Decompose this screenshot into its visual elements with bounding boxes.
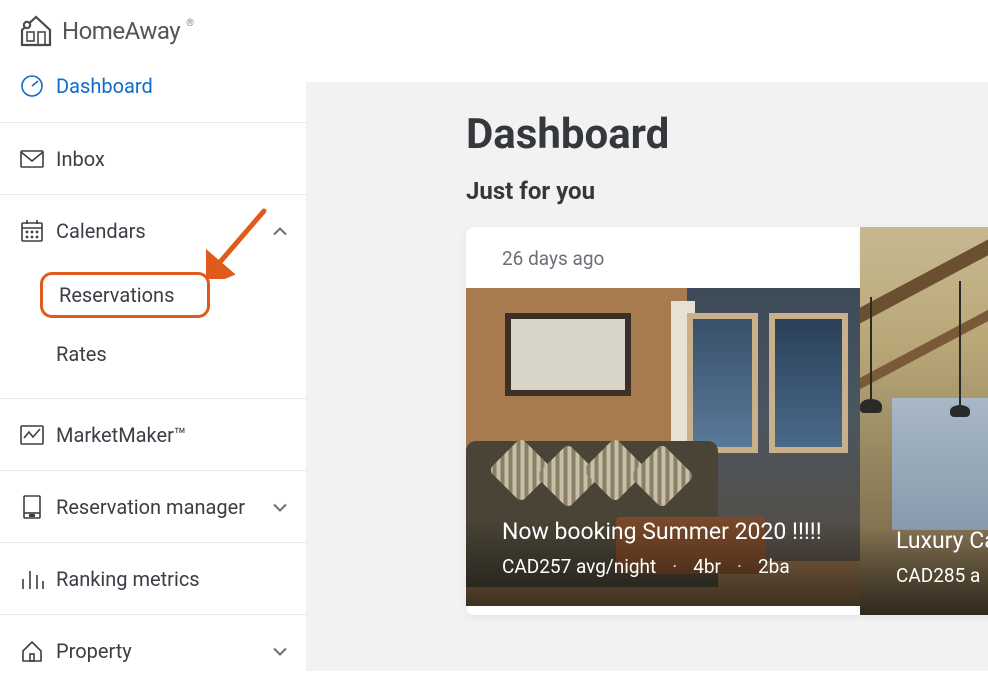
listing-card[interactable]: 26 days ago Now booking Summer 2020 !!!!… bbox=[466, 227, 860, 615]
sidebar-item-marketmaker[interactable]: MarketMaker™ bbox=[0, 398, 306, 470]
chevron-down-icon bbox=[272, 497, 288, 516]
listing-cards: 26 days ago Now booking Summer 2020 !!!!… bbox=[466, 227, 988, 615]
sidebar-label: Reservation manager bbox=[56, 495, 245, 519]
calendar-icon bbox=[8, 218, 56, 244]
sidebar-sub-label: Rates bbox=[56, 342, 107, 366]
sidebar-item-calendars[interactable]: Calendars bbox=[0, 194, 306, 266]
inbox-icon bbox=[8, 149, 56, 169]
homeaway-house-icon bbox=[18, 14, 54, 48]
property-icon bbox=[8, 638, 56, 664]
listing-title: Luxury Ca bbox=[896, 527, 984, 554]
sidebar-label: Dashboard bbox=[56, 74, 153, 98]
sidebar-sub-label: Reservations bbox=[59, 283, 174, 307]
sidebar-nav: Dashboard Inbox Calend bbox=[0, 50, 306, 686]
sidebar-item-property[interactable]: Property bbox=[0, 614, 306, 686]
listing-photo: Now booking Summer 2020 !!!!! CAD257 avg… bbox=[466, 288, 860, 606]
sidebar-subitem-reservations[interactable]: Reservations bbox=[40, 272, 210, 318]
listing-price: CAD257 avg/night bbox=[502, 555, 656, 578]
listing-price: CAD285 a bbox=[896, 564, 980, 587]
calendars-subnav: Reservations Rates bbox=[0, 272, 306, 380]
sidebar-item-reservation-manager[interactable]: Reservation manager bbox=[0, 470, 306, 542]
listing-bathrooms: 2ba bbox=[758, 555, 790, 578]
sidebar-item-inbox[interactable]: Inbox bbox=[0, 122, 306, 194]
ranking-metrics-icon bbox=[8, 567, 56, 591]
chevron-up-icon bbox=[272, 221, 288, 240]
brand-name: HomeAway bbox=[62, 17, 180, 45]
brand-logo[interactable]: HomeAway ® bbox=[18, 14, 196, 48]
dashboard-icon bbox=[8, 73, 56, 99]
card-age: 26 days ago bbox=[466, 227, 860, 288]
listing-meta: CAD257 avg/night · 4br · 2ba bbox=[502, 555, 824, 578]
registered-mark: ® bbox=[186, 18, 194, 29]
sidebar-label: MarketMaker™ bbox=[56, 423, 186, 447]
page-title: Dashboard bbox=[466, 110, 988, 159]
section-heading: Just for you bbox=[466, 177, 988, 205]
sidebar-subitem-rates[interactable]: Rates bbox=[0, 328, 306, 380]
sidebar-item-ranking-metrics[interactable]: Ranking metrics bbox=[0, 542, 306, 614]
listing-title: Now booking Summer 2020 !!!!! bbox=[502, 518, 824, 545]
chevron-down-icon bbox=[272, 641, 288, 660]
main-content: Dashboard Just for you 26 days ago Now b… bbox=[306, 82, 988, 671]
sidebar-label: Ranking metrics bbox=[56, 567, 200, 591]
marketmaker-icon bbox=[8, 424, 56, 446]
sidebar-label: Inbox bbox=[56, 147, 105, 171]
listing-bedrooms: 4br bbox=[693, 555, 721, 578]
sidebar-label: Property bbox=[56, 639, 132, 663]
listing-photo: Luxury Ca CAD285 a bbox=[860, 227, 988, 615]
meta-separator: · bbox=[672, 555, 677, 578]
card-overlay: Luxury Ca CAD285 a bbox=[860, 527, 988, 615]
sidebar-label: Calendars bbox=[56, 219, 146, 243]
card-overlay: Now booking Summer 2020 !!!!! CAD257 avg… bbox=[466, 518, 860, 606]
app-header: HomeAway ® bbox=[0, 0, 988, 62]
meta-separator: · bbox=[737, 555, 742, 578]
listing-card[interactable]: Luxury Ca CAD285 a bbox=[860, 227, 988, 615]
listing-meta: CAD285 a bbox=[896, 564, 984, 587]
reservation-manager-icon bbox=[8, 494, 56, 520]
